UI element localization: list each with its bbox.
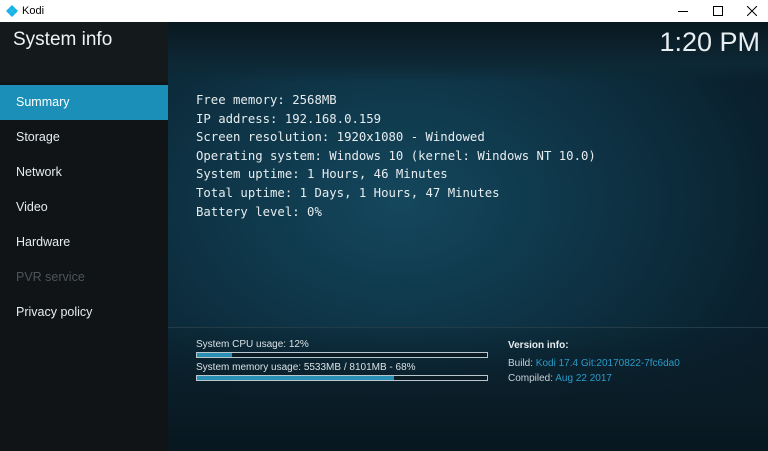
build-label: Build:: [508, 358, 534, 369]
battery-level-line: Battery level: 0%: [196, 204, 322, 219]
sidebar-item-network[interactable]: Network: [0, 155, 168, 190]
clock: 1:20 PM: [659, 27, 760, 57]
sidebar-item-summary[interactable]: Summary: [0, 85, 168, 120]
header-band: 1:20 PM: [168, 22, 768, 82]
compiled-label: Compiled:: [508, 373, 554, 384]
maximize-button[interactable]: [701, 0, 735, 22]
window-titlebar: Kodi: [0, 0, 768, 22]
cpu-usage-bar-fill: [197, 353, 232, 357]
kodi-logo-icon: [6, 5, 18, 17]
operating-system-line: Operating system: Windows 10 (kernel: Wi…: [196, 148, 596, 163]
maximize-icon: [713, 6, 723, 16]
footer: System CPU usage: 12% System memory usag…: [168, 327, 768, 451]
sidebar-header: System info: [0, 22, 168, 82]
kodi-app: 1:20 PM System info Summary Storage Netw…: [0, 22, 768, 451]
sidebar-item-video[interactable]: Video: [0, 190, 168, 225]
sidebar-item-storage[interactable]: Storage: [0, 120, 168, 155]
free-memory-line: Free memory: 2568MB: [196, 93, 337, 107]
compiled-row: Compiled: Aug 22 2017: [508, 373, 612, 384]
minimize-icon: [678, 11, 688, 12]
screen-resolution-line: Screen resolution: 1920x1080 - Windowed: [196, 130, 485, 145]
sidebar-nav: Summary Storage Network Video Hardware P…: [0, 85, 168, 330]
sidebar-item-hardware[interactable]: Hardware: [0, 225, 168, 260]
window-title: Kodi: [22, 5, 45, 17]
compiled-value: Aug 22 2017: [555, 373, 612, 384]
memory-usage-label: System memory usage: 5533MB / 8101MB - 6…: [196, 362, 416, 373]
cpu-usage-label: System CPU usage: 12%: [196, 339, 309, 350]
ip-address-line: IP address: 192.168.0.159: [196, 111, 382, 126]
minimize-button[interactable]: [666, 0, 700, 22]
close-button[interactable]: [735, 0, 768, 22]
build-row: Build: Kodi 17.4 Git:20170822-7fc6da0: [508, 358, 680, 369]
sidebar-item-privacy-policy[interactable]: Privacy policy: [0, 295, 168, 330]
total-uptime-line: Total uptime: 1 Days, 1 Hours, 47 Minute…: [196, 185, 500, 200]
sidebar: System info Summary Storage Network Vide…: [0, 22, 168, 451]
version-info-title: Version info:: [508, 340, 569, 351]
cpu-usage-bar: [196, 352, 488, 358]
summary-info: Free memory: 2568MB IP address: 192.168.…: [196, 91, 596, 221]
system-uptime-line: System uptime: 1 Hours, 46 Minutes: [196, 167, 448, 182]
close-icon: [747, 6, 757, 16]
page-title: System info: [13, 29, 113, 50]
build-value: Kodi 17.4 Git:20170822-7fc6da0: [535, 358, 680, 369]
memory-usage-bar: [196, 375, 488, 381]
sidebar-item-pvr-service: PVR service: [16, 270, 85, 284]
memory-usage-bar-fill: [197, 376, 395, 380]
